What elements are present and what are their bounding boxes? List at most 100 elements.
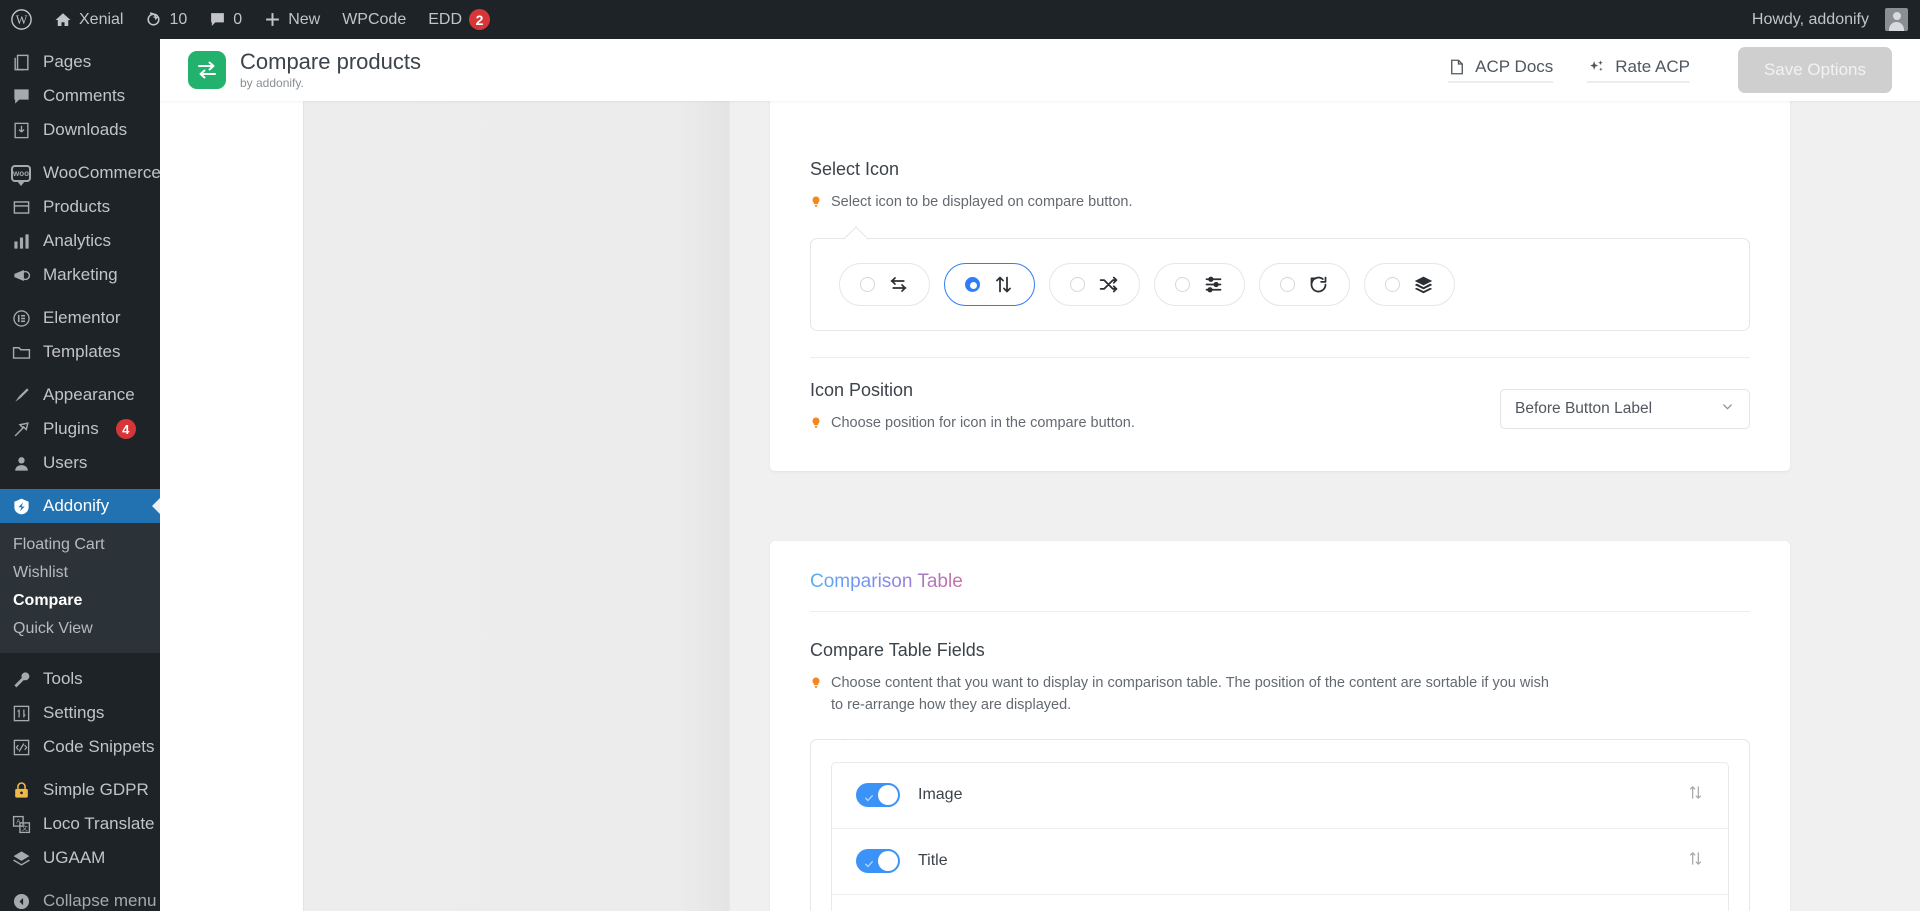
lightbulb-icon	[810, 675, 822, 697]
radio-icon[interactable]	[1385, 277, 1400, 293]
site-name-label: Xenial	[79, 10, 124, 28]
icon-option-refresh[interactable]	[1259, 263, 1350, 307]
sidebar-item-marketing[interactable]: Marketing	[0, 258, 160, 292]
new-content-menu[interactable]: New	[253, 0, 331, 39]
edd-label: EDD	[428, 10, 463, 28]
sidebar-item-downloads[interactable]: Downloads	[0, 113, 160, 147]
sidebar-item-addonify[interactable]: Addonify	[0, 489, 160, 523]
sidebar-item-wishlist[interactable]: Wishlist	[0, 559, 160, 587]
radio-icon[interactable]	[860, 277, 875, 293]
drag-handle-icon[interactable]	[1687, 784, 1704, 806]
tools-icon	[10, 668, 32, 690]
wpcode-label: WPCode	[342, 10, 407, 28]
comments-menu[interactable]: 0	[198, 0, 253, 39]
wp-admin-sidebar[interactable]: Pages Comments Downloads woo WooCommerce…	[0, 39, 160, 911]
sidebar-item-collapse-menu[interactable]: Collapse menu	[0, 884, 160, 911]
sidebar-label: WooCommerce	[43, 163, 160, 182]
my-account-menu[interactable]: Howdy, addonify	[1741, 0, 1908, 39]
sidebar-label: Users	[43, 453, 88, 472]
drag-handle-icon[interactable]	[1687, 850, 1704, 872]
sidebar-item-products[interactable]: Products	[0, 190, 160, 224]
menu-separator	[0, 292, 160, 301]
sidebar-item-pages[interactable]: Pages	[0, 45, 160, 79]
plugin-header-bar: Compare products by addonify. ACP Docs R…	[160, 39, 1920, 101]
templates-icon	[10, 341, 32, 363]
icon-position-title: Icon Position	[810, 380, 914, 401]
sidebar-label: Loco Translate	[43, 814, 155, 833]
home-icon	[55, 12, 71, 26]
sidebar-item-ugaam[interactable]: UGAAM	[0, 841, 160, 875]
sidebar-label: Tools	[43, 669, 83, 688]
admin-content: Compare products by addonify. ACP Docs R…	[160, 39, 1920, 911]
settings-icon	[10, 702, 32, 724]
icon-option-layers[interactable]	[1364, 263, 1455, 307]
sidebar-label: Products	[43, 197, 111, 216]
sidebar-item-quick-view[interactable]: Quick View	[0, 615, 160, 643]
select-icon-description-text: Select icon to be displayed on compare b…	[831, 194, 1133, 210]
menu-separator	[0, 480, 160, 489]
rate-acp-link[interactable]: Rate ACP	[1587, 57, 1690, 83]
icon-option-sliders[interactable]	[1154, 263, 1245, 307]
sidebar-item-users[interactable]: Users	[0, 446, 160, 480]
wordpress-icon: W	[11, 9, 32, 30]
wpcode-menu[interactable]: WPCode	[331, 0, 417, 39]
updates-menu[interactable]: 10	[134, 0, 198, 39]
submenu-label: Compare	[13, 592, 83, 609]
toggle-image-field[interactable]	[856, 783, 900, 808]
save-options-button[interactable]: Save Options	[1737, 47, 1892, 93]
site-name-menu[interactable]: Xenial	[43, 0, 134, 39]
comparison-table-heading-block: Comparison Table	[770, 541, 1790, 593]
addonify-icon	[10, 495, 32, 517]
icon-option-arrows-up-down[interactable]	[944, 263, 1035, 307]
acp-docs-link[interactable]: ACP Docs	[1448, 57, 1554, 83]
list-item[interactable]: Image	[832, 763, 1728, 829]
sidebar-item-plugins[interactable]: Plugins 4	[0, 412, 160, 446]
sidebar-item-analytics[interactable]: Analytics	[0, 224, 160, 258]
marketing-icon	[10, 264, 32, 286]
sidebar-label: Marketing	[43, 265, 118, 284]
icon-option-shuffle[interactable]	[1049, 263, 1140, 307]
sidebar-item-floating-cart[interactable]: Floating Cart	[0, 531, 160, 559]
wordpress-logo-menu[interactable]: W	[0, 0, 43, 39]
sidebar-label: Pages	[43, 52, 92, 71]
radio-icon[interactable]	[1070, 277, 1085, 293]
page-title: Compare products	[240, 49, 421, 75]
arrows-up-down-icon	[993, 274, 1014, 295]
sidebar-item-tools[interactable]: Tools	[0, 662, 160, 696]
plugins-update-badge: 4	[115, 419, 136, 439]
svg-text:W: W	[16, 13, 28, 27]
sidebar-label: Downloads	[43, 120, 128, 139]
sidebar-item-comments[interactable]: Comments	[0, 79, 160, 113]
icon-option-arrows-left-right[interactable]	[839, 263, 930, 307]
radio-icon[interactable]	[1280, 277, 1295, 293]
chevron-down-icon	[1720, 399, 1735, 419]
toggle-title-field[interactable]	[856, 849, 900, 874]
sidebar-item-compare[interactable]: Compare	[0, 587, 160, 615]
compare-fields-list: Image Title	[831, 761, 1729, 911]
sidebar-label: Plugins	[43, 419, 99, 438]
list-item[interactable]: Title	[832, 829, 1728, 895]
list-item[interactable]: Price	[832, 895, 1728, 911]
sidebar-item-simple-gdpr[interactable]: Simple GDPR	[0, 773, 160, 807]
sidebar-item-code-snippets[interactable]: Code Snippets	[0, 730, 160, 764]
lightbulb-icon	[810, 194, 822, 216]
toggle-knob	[878, 785, 898, 806]
edd-menu[interactable]: EDD 2	[417, 0, 501, 39]
sidebar-item-woocommerce[interactable]: woo WooCommerce	[0, 156, 160, 190]
sidebar-item-appearance[interactable]: Appearance	[0, 378, 160, 412]
radio-icon[interactable]	[1175, 277, 1190, 293]
sidebar-label: Code Snippets	[43, 737, 155, 756]
lock-icon	[10, 779, 32, 801]
menu-separator	[0, 875, 160, 884]
sidebar-item-elementor[interactable]: Elementor	[0, 301, 160, 335]
sidebar-item-loco-translate[interactable]: A文 Loco Translate	[0, 807, 160, 841]
sidebar-item-templates[interactable]: Templates	[0, 335, 160, 369]
plugin-settings-nav[interactable]	[160, 101, 730, 911]
radio-icon[interactable]	[965, 277, 980, 293]
edd-badge: 2	[469, 9, 491, 30]
sidebar-item-settings[interactable]: Settings	[0, 696, 160, 730]
icon-position-select[interactable]: Before Button Label	[1500, 389, 1750, 430]
list-item-label: Image	[918, 786, 963, 804]
appearance-icon	[10, 384, 32, 406]
submenu-label: Wishlist	[13, 564, 69, 581]
